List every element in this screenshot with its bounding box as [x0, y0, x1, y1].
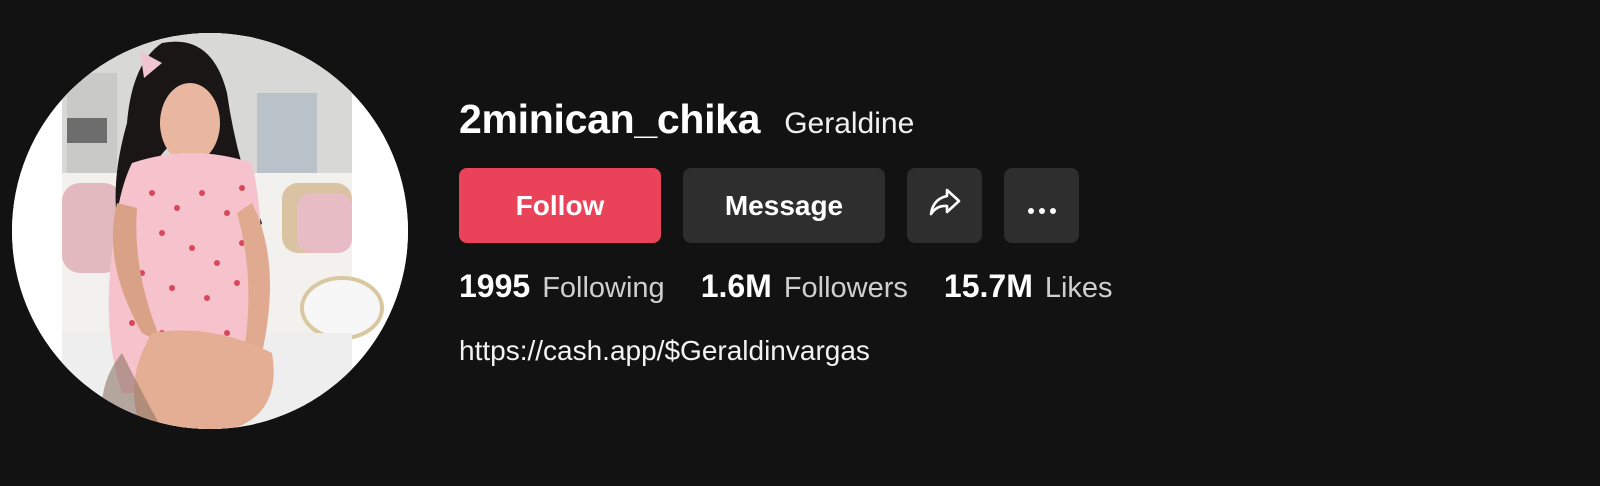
- stat-value: 1.6M: [700, 268, 772, 304]
- nickname: Geraldine: [784, 107, 915, 140]
- follow-button[interactable]: Follow: [459, 168, 661, 243]
- stat-following[interactable]: 1995 Following: [459, 268, 665, 305]
- profile-stats: 1995 Following 1.6M Followers 15.7M Like…: [459, 268, 1149, 305]
- action-buttons: Follow Message: [459, 168, 1079, 243]
- message-button[interactable]: Message: [683, 168, 885, 243]
- stat-likes: 15.7M Likes: [944, 268, 1113, 305]
- stat-label: Following: [542, 272, 665, 304]
- avatar[interactable]: [12, 33, 408, 429]
- stat-value: 1995: [459, 268, 531, 304]
- stat-followers[interactable]: 1.6M Followers: [701, 268, 908, 305]
- stat-value: 15.7M: [943, 268, 1033, 304]
- share-icon: [928, 187, 962, 224]
- bio-link[interactable]: https://cash.app/$Geraldinvargas: [459, 335, 870, 367]
- name-row: 2minican_chika Geraldine: [459, 96, 914, 143]
- more-icon: [1027, 190, 1057, 222]
- more-options-button[interactable]: [1004, 168, 1079, 243]
- stat-label: Followers: [783, 272, 908, 304]
- avatar-photo: [12, 33, 408, 429]
- username: 2minican_chika: [459, 96, 761, 142]
- stat-label: Likes: [1044, 272, 1113, 304]
- profile-header: 2minican_chika Geraldine Follow Message: [0, 0, 1600, 486]
- share-button[interactable]: [907, 168, 982, 243]
